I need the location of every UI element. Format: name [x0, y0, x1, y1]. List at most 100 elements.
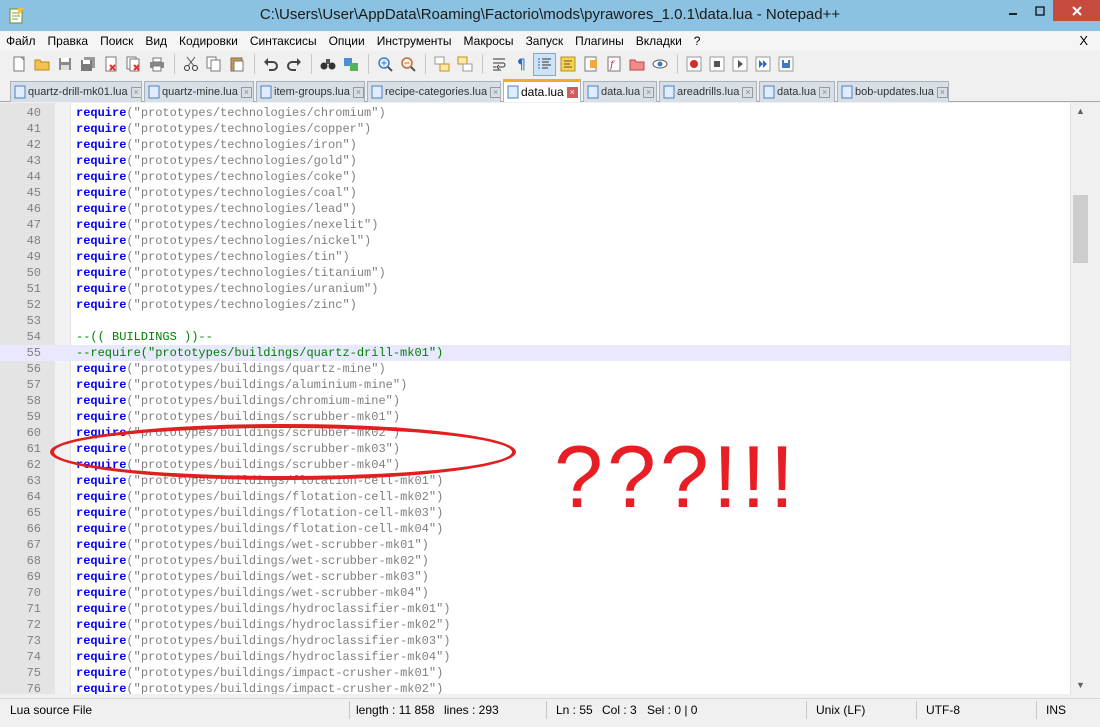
close-document-button[interactable]: X: [1079, 33, 1088, 48]
stop-recording-button[interactable]: [706, 54, 727, 75]
status-encoding[interactable]: UTF-8: [926, 703, 960, 717]
copy-button[interactable]: [203, 54, 224, 75]
menu-window[interactable]: Вкладки: [630, 31, 688, 51]
menu-search[interactable]: Поиск: [94, 31, 139, 51]
tab-close-icon[interactable]: ×: [643, 86, 655, 98]
code-line[interactable]: 50 require("prototypes/technologies/titan…: [0, 265, 1070, 281]
redo-button[interactable]: [283, 54, 304, 75]
tab-data-lua-3[interactable]: data.lua ×: [759, 81, 835, 102]
code-line[interactable]: 66 require("prototypes/buildings/flotatio…: [0, 521, 1070, 537]
code-line[interactable]: 43 require("prototypes/technologies/gold"…: [0, 153, 1070, 169]
code-line[interactable]: 55 --require("prototypes/buildings/quartz…: [0, 345, 1070, 361]
replace-button[interactable]: [340, 54, 361, 75]
code-line[interactable]: 44 require("prototypes/technologies/coke"…: [0, 169, 1070, 185]
code-line[interactable]: 73 require("prototypes/buildings/hydrocla…: [0, 633, 1070, 649]
tab-close-icon[interactable]: ×: [819, 86, 831, 98]
code-line[interactable]: 52 require("prototypes/technologies/zinc"…: [0, 297, 1070, 313]
code-line[interactable]: 74 require("prototypes/buildings/hydrocla…: [0, 649, 1070, 665]
word-wrap-button[interactable]: [488, 54, 509, 75]
save-button[interactable]: [54, 54, 75, 75]
vertical-scrollbar[interactable]: ▲ ▼: [1070, 103, 1089, 694]
tab-item-groups[interactable]: item-groups.lua ×: [256, 81, 365, 102]
tab-data-lua-2[interactable]: data.lua ×: [583, 81, 657, 102]
menu-run[interactable]: Запуск: [520, 31, 570, 51]
tab-quartz-drill-mk01[interactable]: quartz-drill-mk01.lua ×: [10, 81, 142, 102]
tab-close-icon[interactable]: ×: [490, 86, 500, 98]
menu-encoding[interactable]: Кодировки: [173, 31, 244, 51]
tab-close-icon[interactable]: ×: [130, 86, 141, 98]
code-line[interactable]: 72 require("prototypes/buildings/hydrocla…: [0, 617, 1070, 633]
print-button[interactable]: [146, 54, 167, 75]
code-line[interactable]: 46 require("prototypes/technologies/lead"…: [0, 201, 1070, 217]
document-map-button[interactable]: [580, 54, 601, 75]
user-defined-language-button[interactable]: [557, 54, 578, 75]
maximize-button[interactable]: [1026, 0, 1053, 21]
menu-settings[interactable]: Опции: [323, 31, 371, 51]
open-file-button[interactable]: [31, 54, 52, 75]
tab-areadrills[interactable]: areadrills.lua ×: [659, 81, 757, 102]
code-line[interactable]: 60 require("prototypes/buildings/scrubber…: [0, 425, 1070, 441]
code-line[interactable]: 65 require("prototypes/buildings/flotatio…: [0, 505, 1070, 521]
tab-quartz-mine[interactable]: quartz-mine.lua ×: [144, 81, 254, 102]
code-line[interactable]: 58 require("prototypes/buildings/chromium…: [0, 393, 1070, 409]
code-line[interactable]: 62 require("prototypes/buildings/scrubber…: [0, 457, 1070, 473]
sync-vertical-button[interactable]: [431, 54, 452, 75]
code-line[interactable]: 70 require("prototypes/buildings/wet-scru…: [0, 585, 1070, 601]
code-line[interactable]: 41 require("prototypes/technologies/coppe…: [0, 121, 1070, 137]
tab-recipe-categories[interactable]: recipe-categories.lua ×: [367, 81, 501, 102]
function-list-button[interactable]: f: [603, 54, 624, 75]
code-editor[interactable]: 40 require("prototypes/technologies/chrom…: [0, 103, 1070, 694]
code-line[interactable]: 45 require("prototypes/technologies/coal"…: [0, 185, 1070, 201]
tab-close-icon[interactable]: ×: [936, 86, 948, 98]
show-all-characters-button[interactable]: ¶: [511, 54, 532, 75]
code-line[interactable]: 69 require("prototypes/buildings/wet-scru…: [0, 569, 1070, 585]
menu-language[interactable]: Синтаксисы: [244, 31, 323, 51]
minimize-button[interactable]: [999, 0, 1026, 21]
record-macro-button[interactable]: [683, 54, 704, 75]
sync-horizontal-button[interactable]: [454, 54, 475, 75]
menu-tools[interactable]: Инструменты: [371, 31, 458, 51]
code-line[interactable]: 40 require("prototypes/technologies/chrom…: [0, 105, 1070, 121]
undo-button[interactable]: [260, 54, 281, 75]
code-line[interactable]: 49 require("prototypes/technologies/tin"): [0, 249, 1070, 265]
tab-bob-updates[interactable]: bob-updates.lua ×: [837, 81, 949, 102]
paste-button[interactable]: [226, 54, 247, 75]
code-line[interactable]: 68 require("prototypes/buildings/wet-scru…: [0, 553, 1070, 569]
code-line[interactable]: 48 require("prototypes/technologies/nicke…: [0, 233, 1070, 249]
indent-guide-button[interactable]: [533, 52, 556, 76]
menu-view[interactable]: Вид: [139, 31, 173, 51]
code-line[interactable]: 47 require("prototypes/technologies/nexel…: [0, 217, 1070, 233]
status-insert-mode[interactable]: INS: [1046, 703, 1066, 717]
code-line[interactable]: 71 require("prototypes/buildings/hydrocla…: [0, 601, 1070, 617]
code-line[interactable]: 57 require("prototypes/buildings/aluminiu…: [0, 377, 1070, 393]
code-line[interactable]: 53: [0, 313, 1070, 329]
code-line[interactable]: 67 require("prototypes/buildings/wet-scru…: [0, 537, 1070, 553]
code-line[interactable]: 75 require("prototypes/buildings/impact-c…: [0, 665, 1070, 681]
monitoring-button[interactable]: [649, 54, 670, 75]
menu-macro[interactable]: Макросы: [458, 31, 520, 51]
save-macro-button[interactable]: [775, 54, 796, 75]
code-line[interactable]: 51 require("prototypes/technologies/urani…: [0, 281, 1070, 297]
code-line[interactable]: 56 require("prototypes/buildings/quartz-m…: [0, 361, 1070, 377]
zoom-out-button[interactable]: [397, 54, 418, 75]
code-line[interactable]: 63 require("prototypes/buildings/flotatio…: [0, 473, 1070, 489]
tab-data-lua-active[interactable]: data.lua ×: [503, 79, 581, 102]
playback-macro-button[interactable]: [729, 54, 750, 75]
folder-as-workspace-button[interactable]: [626, 54, 647, 75]
save-all-button[interactable]: [77, 54, 98, 75]
menu-plugins[interactable]: Плагины: [569, 31, 630, 51]
title-bar[interactable]: C:\Users\User\AppData\Roaming\Factorio\m…: [0, 0, 1100, 31]
zoom-in-button[interactable]: [374, 54, 395, 75]
scroll-thumb[interactable]: [1073, 195, 1088, 263]
tab-close-icon[interactable]: ×: [566, 86, 578, 98]
code-line[interactable]: 54 --(( BUILDINGS ))--: [0, 329, 1070, 345]
status-eol-format[interactable]: Unix (LF): [816, 703, 865, 717]
tab-close-icon[interactable]: ×: [352, 86, 364, 98]
cut-button[interactable]: [180, 54, 201, 75]
menu-edit[interactable]: Правка: [42, 31, 95, 51]
close-all-button[interactable]: [123, 54, 144, 75]
code-line[interactable]: 76 require("prototypes/buildings/impact-c…: [0, 681, 1070, 694]
scroll-up-arrow-icon[interactable]: ▲: [1071, 103, 1090, 120]
menu-help[interactable]: ?: [688, 31, 707, 51]
scroll-down-arrow-icon[interactable]: ▼: [1071, 677, 1090, 694]
